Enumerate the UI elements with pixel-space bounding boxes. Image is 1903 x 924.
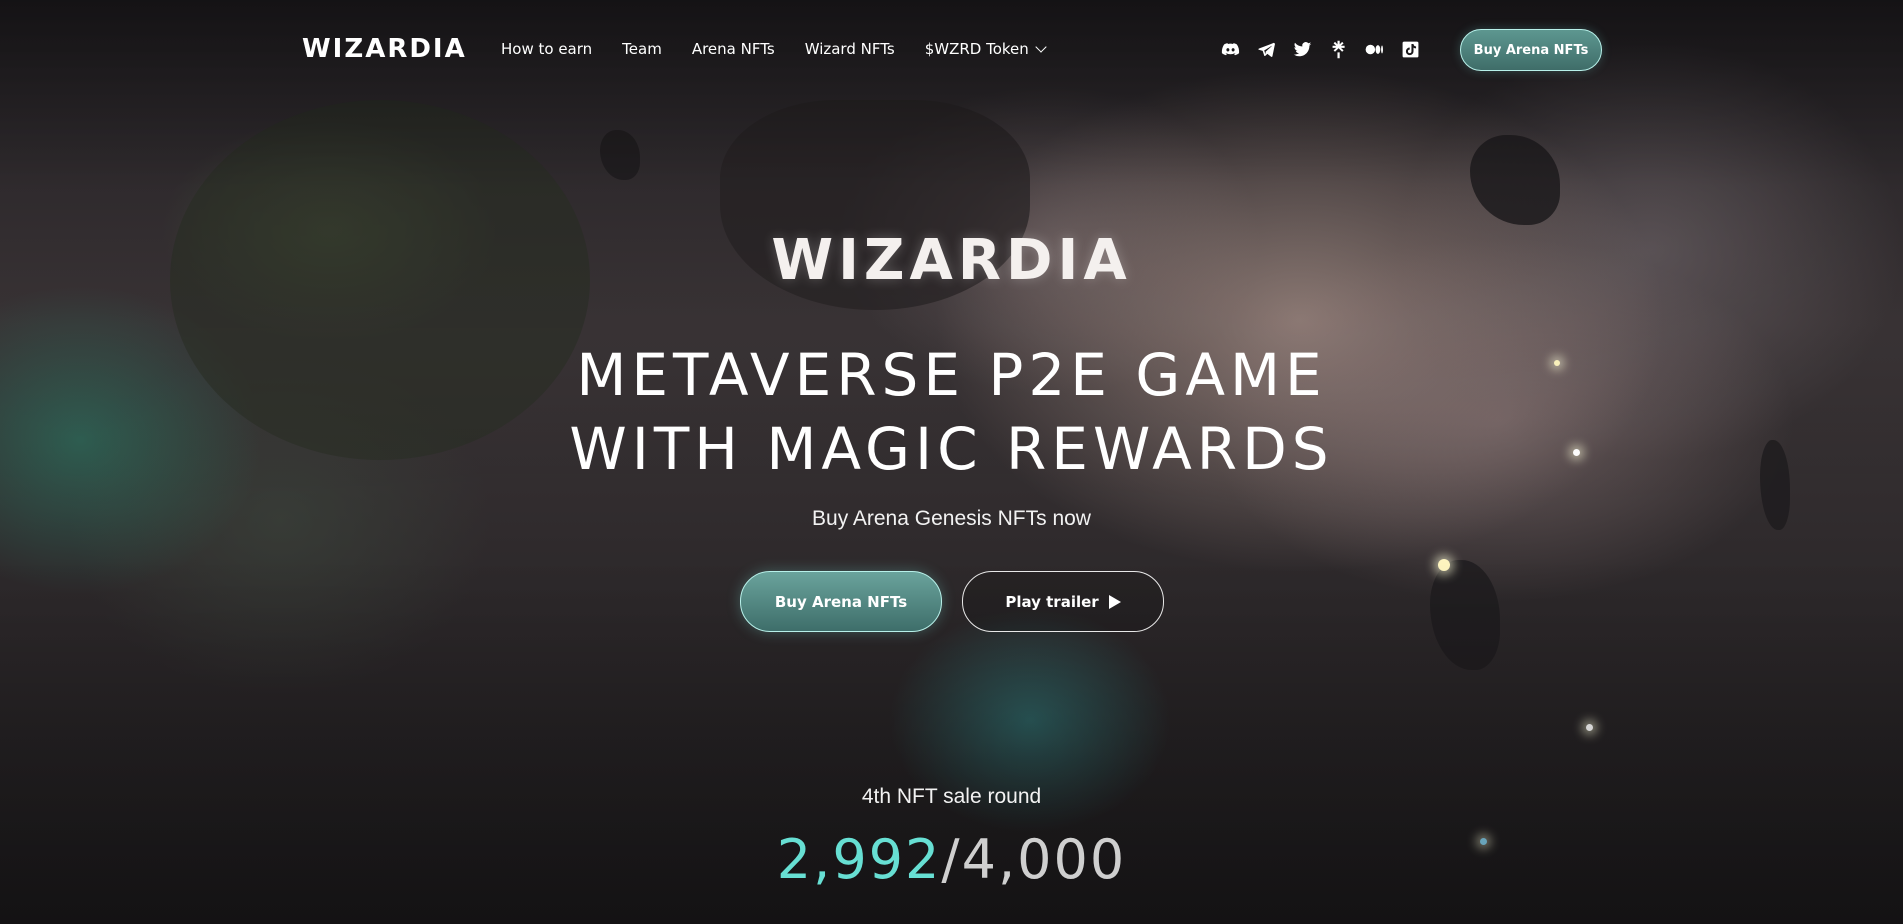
buy-arena-nfts-button[interactable]: Buy Arena NFTs xyxy=(740,571,942,632)
site-logo[interactable]: WIZARDIA xyxy=(302,34,467,64)
twitter-icon[interactable] xyxy=(1292,39,1313,60)
sale-round-label: 4th NFT sale round xyxy=(861,785,1042,808)
nav-link-team[interactable]: Team xyxy=(622,40,662,58)
chevron-down-icon xyxy=(1035,41,1047,53)
linktree-icon[interactable] xyxy=(1328,39,1349,60)
count-separator: / xyxy=(941,828,962,891)
hero-subline: Buy Arena Genesis NFTs now xyxy=(812,507,1091,530)
floating-rock xyxy=(1470,135,1560,225)
play-icon xyxy=(1108,594,1121,609)
nav-link-wzrd-token[interactable]: $WZRD Token xyxy=(924,40,1047,58)
hero-logo: WIZARDIA xyxy=(771,228,1132,293)
light-spark xyxy=(1586,724,1593,731)
top-navigation: WIZARDIA How to earn Team Arena NFTs Wiz… xyxy=(0,0,1903,100)
headline-line-2: WITH MAGIC REWARDS xyxy=(569,415,1334,483)
nav-link-wzrd-token-label: $WZRD Token xyxy=(924,40,1029,58)
floating-rock xyxy=(600,130,640,180)
sold-count: 2,992 xyxy=(776,828,942,891)
nav-link-wizard-nfts[interactable]: Wizard NFTs xyxy=(805,40,895,58)
hero-section: WIZARDIA How to earn Team Arena NFTs Wiz… xyxy=(0,0,1903,924)
total-count: 4,000 xyxy=(961,828,1127,891)
floating-rock xyxy=(1430,560,1500,670)
buy-arena-nfts-header-button[interactable]: Buy Arena NFTs xyxy=(1460,29,1602,71)
headline-line-1: METAVERSE P2E GAME xyxy=(576,341,1327,409)
medium-icon[interactable] xyxy=(1364,39,1385,60)
tiktok-icon[interactable] xyxy=(1400,39,1421,60)
social-links xyxy=(1220,39,1421,60)
play-trailer-label: Play trailer xyxy=(1005,592,1099,611)
hero-headline: METAVERSE P2E GAME WITH MAGIC REWARDS xyxy=(0,338,1903,486)
nav-link-how-to-earn[interactable]: How to earn xyxy=(501,40,592,58)
nav-link-arena-nfts[interactable]: Arena NFTs xyxy=(692,40,775,58)
nav-links: How to earn Team Arena NFTs Wizard NFTs … xyxy=(501,40,1075,58)
telegram-icon[interactable] xyxy=(1256,39,1277,60)
nft-sale-counter: 2,992/4,000 xyxy=(0,828,1903,891)
play-trailer-button[interactable]: Play trailer xyxy=(962,571,1164,632)
light-spark xyxy=(1438,559,1450,571)
discord-icon[interactable] xyxy=(1220,39,1241,60)
